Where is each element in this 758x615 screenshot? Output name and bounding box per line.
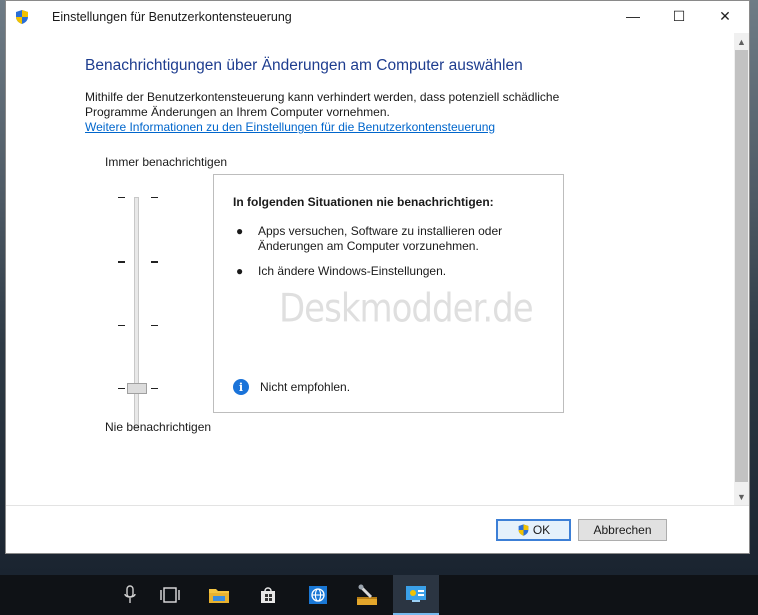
chevron-down-icon: ▼ — [737, 491, 746, 502]
slider-tick-left-4 — [118, 388, 125, 389]
dialog-footer: OK Abbrechen — [6, 505, 749, 553]
taskbar-control-panel[interactable] — [393, 575, 439, 615]
slider-tick-right-1 — [151, 197, 158, 198]
file-explorer-icon — [209, 589, 229, 603]
taskbar-file-explorer[interactable] — [196, 575, 242, 615]
browser-icon — [309, 586, 327, 604]
more-info-link[interactable]: Weitere Informationen zu den Einstellung… — [85, 120, 495, 134]
bullet-item-1: Apps versuchen, Software zu installieren… — [258, 224, 503, 253]
slider-tick-right-4 — [151, 388, 158, 389]
control-panel-icon — [406, 586, 426, 602]
close-icon: ✕ — [719, 7, 731, 24]
page-heading: Benachrichtigungen über Änderungen am Co… — [85, 57, 523, 74]
cancel-button-label: Abbrechen — [593, 523, 652, 537]
taskbar-store[interactable] — [245, 575, 291, 615]
slider-tick-left-1 — [118, 197, 125, 198]
not-recommended-note: Nicht empfohlen. — [260, 380, 351, 394]
scroll-up-button[interactable]: ▲ — [734, 33, 749, 50]
close-button[interactable]: ✕ — [702, 1, 748, 31]
info-box-title: In folgenden Situationen nie benachricht… — [233, 195, 494, 209]
uac-settings-window: Einstellungen für Benutzerkontensteuerun… — [5, 0, 750, 554]
scroll-thumb[interactable] — [735, 50, 748, 482]
slider-tick-left-3 — [118, 325, 125, 326]
notification-slider-track[interactable] — [134, 197, 139, 429]
slider-label-bottom: Nie benachrichtigen — [105, 420, 212, 434]
microphone-icon — [124, 585, 136, 603]
minimize-button[interactable]: — — [610, 1, 656, 31]
vertical-scrollbar[interactable]: ▲ ▼ — [734, 33, 749, 505]
bullet-icon: ● — [236, 224, 244, 238]
window-title: Einstellungen für Benutzerkontensteuerun… — [52, 10, 292, 24]
task-view-icon — [160, 587, 180, 603]
slider-tick-right-3 — [151, 325, 158, 326]
slider-label-top: Immer benachrichtigen — [105, 155, 228, 169]
scroll-down-button[interactable]: ▼ — [734, 488, 749, 505]
tool-icon — [357, 584, 377, 605]
cancel-button[interactable]: Abbrechen — [578, 519, 667, 541]
notification-slider-thumb[interactable] — [127, 383, 147, 394]
slider-tick-left-2 — [118, 261, 125, 263]
taskbar-tool[interactable] — [344, 575, 390, 615]
title-bar[interactable]: Einstellungen für Benutzerkontensteuerun… — [6, 1, 749, 33]
slider-tick-right-2 — [151, 261, 158, 263]
taskbar — [0, 575, 758, 615]
maximize-button[interactable]: ☐ — [656, 1, 702, 31]
taskbar-task-view[interactable] — [147, 575, 193, 615]
chevron-up-icon: ▲ — [737, 36, 746, 47]
ok-button-label: OK — [532, 523, 551, 537]
store-icon — [261, 587, 275, 603]
minimize-icon: — — [626, 8, 640, 24]
uac-shield-icon — [518, 524, 529, 536]
taskbar-browser[interactable] — [295, 575, 341, 615]
description-text: Mithilfe der Benutzerkontensteuerung kan… — [85, 90, 560, 119]
uac-shield-icon — [16, 10, 28, 24]
ok-button[interactable]: OK — [496, 519, 571, 541]
info-box: In folgenden Situationen nie benachricht… — [213, 174, 564, 413]
watermark-text: Deskmodder.de — [279, 286, 534, 332]
content-area: Benachrichtigungen über Änderungen am Co… — [6, 33, 734, 505]
maximize-icon: ☐ — [672, 7, 686, 24]
bullet-icon: ● — [236, 264, 244, 278]
bullet-item-2: Ich ändere Windows-Einstellungen. — [258, 264, 447, 278]
info-icon: i — [233, 379, 249, 395]
